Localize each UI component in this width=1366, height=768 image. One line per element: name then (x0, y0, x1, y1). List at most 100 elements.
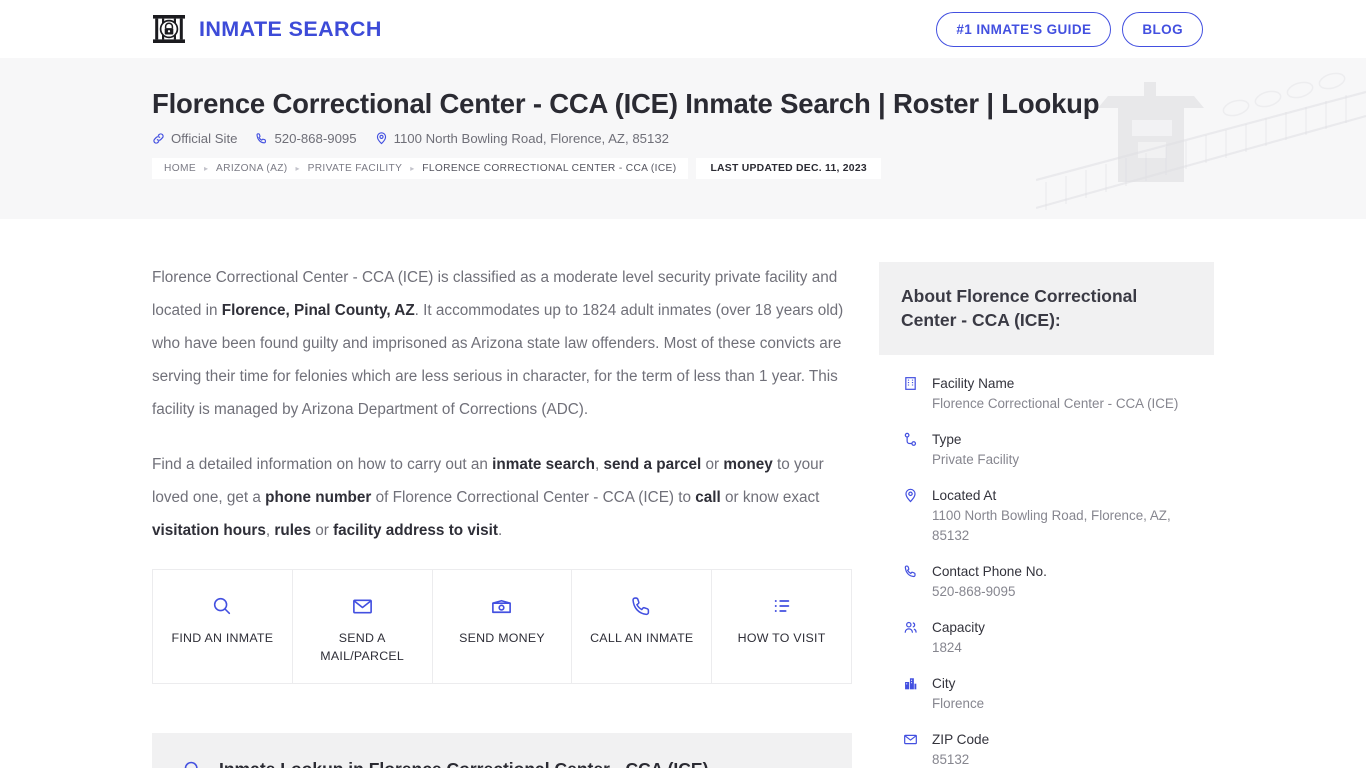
phone-icon (255, 132, 268, 145)
facility-meta: Official Site 520-868-9095 1100 North Bo… (152, 131, 1366, 146)
call-an-inmate-action[interactable]: CALL AN INMATE (572, 570, 713, 683)
list-icon (718, 592, 845, 620)
fact-value: 1100 North Bowling Road, Florence, AZ, 8… (932, 508, 1171, 543)
p2-text-5: of Florence Correctional Center - CCA (I… (371, 489, 696, 506)
p2-text-2: , (595, 456, 604, 473)
link-icon (152, 132, 165, 145)
fact-label: Located At (932, 488, 997, 503)
how-to-visit-action[interactable]: HOW TO VISIT (712, 570, 851, 683)
about-facility-card: About Florence Correctional Center - CCA… (879, 262, 1214, 768)
page-content: Florence Correctional Center - CCA (ICE)… (0, 219, 1366, 768)
phone-icon (578, 592, 705, 620)
breadcrumb-item-type[interactable]: PRIVATE FACILITY (308, 163, 403, 174)
blog-button[interactable]: BLOG (1122, 11, 1203, 47)
p2-bold-send-parcel: send a parcel (603, 456, 702, 473)
fact-value: 1824 (932, 640, 962, 655)
fact-label: ZIP Code (932, 732, 990, 747)
p2-bold-rules: rules (274, 522, 311, 539)
money-icon (439, 592, 566, 620)
breadcrumb-item-state[interactable]: ARIZONA (AZ) (216, 163, 288, 174)
p1-bold-location: Florence, Pinal County, AZ (221, 302, 415, 319)
breadcrumb-strip: HOME ▸ ARIZONA (AZ) ▸ PRIVATE FACILITY ▸… (152, 158, 689, 179)
page-title: Florence Correctional Center - CCA (ICE)… (152, 88, 1100, 119)
hero-section: Florence Correctional Center - CCA (ICE)… (0, 58, 1366, 219)
brand-logo[interactable]: INMATE SEARCH (152, 12, 382, 46)
fact-value: Florence (932, 696, 985, 711)
p2-bold-visitation-hours: visitation hours (152, 522, 266, 539)
breadcrumb-item-current: FLORENCE CORRECTIONAL CENTER - CCA (ICE) (422, 163, 677, 174)
services-paragraph: Find a detailed information on how to ca… (152, 448, 852, 547)
breadcrumb: HOME ▸ ARIZONA (AZ) ▸ PRIVATE FACILITY ▸… (152, 158, 881, 179)
about-facility-facts: Facility Name Florence Correctional Cent… (879, 355, 1214, 768)
p2-bold-facility-address: facility address to visit (333, 522, 498, 539)
facility-address-label: 1100 North Bowling Road, Florence, AZ, 8… (393, 131, 669, 146)
p2-text-9: . (498, 522, 503, 539)
fact-capacity: Capacity 1824 (901, 618, 1192, 658)
site-header: INMATE SEARCH #1 INMATE'S GUIDE BLOG (0, 0, 1366, 58)
send-mail-parcel-label: SEND A MAIL/PARCEL (320, 631, 405, 663)
find-an-inmate-action[interactable]: FIND AN INMATE (153, 570, 293, 683)
fact-value: Florence Correctional Center - CCA (ICE) (932, 396, 1179, 411)
people-icon (901, 618, 920, 658)
p2-bold-money: money (723, 456, 773, 473)
official-site-link[interactable]: Official Site (152, 131, 237, 146)
inmate-lookup-title: Inmate Lookup in Florence Correctional C… (219, 759, 708, 768)
branch-icon (901, 430, 920, 470)
fact-value: 85132 (932, 752, 970, 767)
send-mail-parcel-action[interactable]: SEND A MAIL/PARCEL (293, 570, 433, 683)
search-icon (182, 759, 203, 768)
fact-label: Type (932, 432, 962, 447)
envelope-icon (299, 592, 426, 620)
chevron-right-icon: ▸ (410, 164, 415, 173)
breadcrumb-item-home[interactable]: HOME (164, 163, 196, 174)
p2-text-3: or (701, 456, 724, 473)
main-column: Florence Correctional Center - CCA (ICE)… (152, 219, 852, 768)
search-icon (159, 592, 286, 620)
call-an-inmate-label: CALL AN INMATE (590, 631, 694, 645)
chevron-right-icon: ▸ (295, 164, 300, 173)
p1-text-2: . It accommodates up to 1824 adult inmat… (152, 302, 844, 418)
building-grid-icon (901, 374, 920, 414)
map-pin-icon (901, 486, 920, 546)
fact-facility-name: Facility Name Florence Correctional Cent… (901, 374, 1192, 414)
about-facility-heading: About Florence Correctional Center - CCA… (879, 262, 1214, 355)
fact-value: 520-868-9095 (932, 584, 1016, 599)
p2-bold-call: call (695, 489, 721, 506)
phone-icon (901, 562, 920, 602)
fact-type: Type Private Facility (901, 430, 1192, 470)
find-an-inmate-label: FIND AN INMATE (171, 631, 274, 645)
fact-located-at: Located At 1100 North Bowling Road, Flor… (901, 486, 1192, 546)
facility-phone-label: 520-868-9095 (274, 131, 357, 146)
map-pin-icon (375, 132, 388, 145)
envelope-icon (901, 730, 920, 768)
fact-value: Private Facility (932, 452, 1020, 467)
p2-bold-inmate-search: inmate search (492, 456, 596, 473)
send-money-label: SEND MONEY (459, 631, 545, 645)
chevron-right-icon: ▸ (203, 164, 208, 173)
fact-label: Contact Phone No. (932, 564, 1047, 579)
facility-phone[interactable]: 520-868-9095 (255, 131, 357, 146)
p2-text-1: Find a detailed information on how to ca… (152, 456, 493, 473)
how-to-visit-label: HOW TO VISIT (737, 631, 826, 645)
brand-name: INMATE SEARCH (199, 16, 382, 41)
prison-lock-logo-icon (152, 12, 186, 46)
fact-zip-code: ZIP Code 85132 (901, 730, 1192, 768)
official-site-label: Official Site (171, 131, 238, 146)
p2-text-8: or (310, 522, 334, 539)
p2-text-6: or know exact (720, 489, 820, 506)
sidebar: About Florence Correctional Center - CCA… (879, 219, 1214, 768)
inmate-lookup-panel: Inmate Lookup in Florence Correctional C… (152, 733, 852, 768)
facility-address[interactable]: 1100 North Bowling Road, Florence, AZ, 8… (375, 131, 669, 146)
p2-bold-phone-number: phone number (265, 489, 372, 506)
fact-contact-phone: Contact Phone No. 520-868-9095 (901, 562, 1192, 602)
fact-label: Facility Name (932, 376, 1015, 391)
fact-label: Capacity (932, 620, 985, 635)
send-money-action[interactable]: SEND MONEY (433, 570, 573, 683)
city-icon (901, 674, 920, 714)
facility-description-paragraph: Florence Correctional Center - CCA (ICE)… (152, 261, 852, 426)
last-updated-badge: LAST UPDATED DEC. 11, 2023 (696, 158, 881, 179)
inmates-guide-button[interactable]: #1 INMATE'S GUIDE (936, 11, 1112, 47)
quick-actions: FIND AN INMATE SEND A MAIL/PARCEL SEND M… (152, 569, 852, 684)
header-actions: #1 INMATE'S GUIDE BLOG (936, 11, 1203, 47)
fact-label: City (932, 676, 956, 691)
